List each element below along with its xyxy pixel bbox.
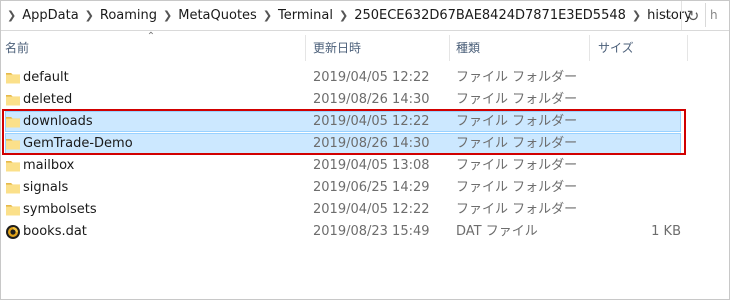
breadcrumb-item-terminal-id[interactable]: 250ECE632D67BAE8424D7871E3ED5548: [354, 8, 626, 23]
chevron-right-icon[interactable]: ❯: [7, 9, 16, 22]
breadcrumb: ❯ AppData ❯ Roaming ❯ MetaQuotes ❯ Termi…: [1, 1, 692, 30]
column-headers: ⌃ 名前 更新日時 種類 サイズ: [1, 31, 729, 65]
file-type: ファイル フォルダー: [456, 70, 578, 85]
file-name: mailbox: [23, 158, 75, 173]
dat-file-icon: [6, 225, 20, 239]
breadcrumb-item-roaming[interactable]: Roaming: [100, 8, 157, 23]
column-header-size[interactable]: サイズ: [598, 31, 634, 65]
file-type: ファイル フォルダー: [456, 202, 578, 217]
search-input[interactable]: h: [705, 3, 729, 27]
file-name: deleted: [23, 92, 73, 107]
file-row[interactable]: symbolsets 2019/04/05 12:22 ファイル フォルダー: [1, 199, 729, 221]
column-header-type[interactable]: 種類: [456, 31, 480, 65]
file-name: downloads: [23, 114, 93, 129]
folder-icon: [6, 73, 20, 84]
column-header-name[interactable]: 名前: [5, 31, 29, 65]
file-type: ファイル フォルダー: [456, 136, 578, 151]
file-row-selected[interactable]: GemTrade-Demo 2019/08/26 14:30 ファイル フォルダ…: [1, 133, 729, 155]
folder-icon: [6, 95, 20, 106]
file-size: 1 KB: [651, 224, 681, 239]
column-divider[interactable]: [449, 35, 450, 61]
folder-icon: [6, 205, 20, 216]
file-name: books.dat: [23, 224, 87, 239]
breadcrumb-item-appdata[interactable]: AppData: [22, 8, 78, 23]
folder-icon: [6, 161, 20, 172]
file-date: 2019/04/05 12:22: [313, 202, 430, 217]
file-type: ファイル フォルダー: [456, 114, 578, 129]
column-header-date[interactable]: 更新日時: [313, 31, 361, 65]
file-date: 2019/04/05 13:08: [313, 158, 430, 173]
chevron-right-icon[interactable]: ❯: [632, 9, 641, 22]
chevron-right-icon[interactable]: ❯: [163, 9, 172, 22]
column-divider[interactable]: [305, 35, 306, 61]
sort-up-icon: ⌃: [146, 31, 156, 42]
file-date: 2019/08/26 14:30: [313, 136, 430, 151]
file-date: 2019/04/05 12:22: [313, 70, 430, 85]
file-date: 2019/08/23 15:49: [313, 224, 430, 239]
chevron-right-icon[interactable]: ❯: [339, 9, 348, 22]
file-row-selected[interactable]: downloads 2019/04/05 12:22 ファイル フォルダー: [1, 111, 729, 133]
column-divider[interactable]: [687, 35, 688, 61]
chevron-right-icon[interactable]: ❯: [263, 9, 272, 22]
file-name: default: [23, 70, 69, 85]
file-type: ファイル フォルダー: [456, 158, 578, 173]
file-date: 2019/04/05 12:22: [313, 114, 430, 129]
refresh-icon[interactable]: ↻: [681, 1, 704, 30]
file-name: symbolsets: [23, 202, 97, 217]
folder-icon: [6, 117, 20, 128]
breadcrumb-item-terminal[interactable]: Terminal: [278, 8, 333, 23]
address-bar[interactable]: ❯ AppData ❯ Roaming ❯ MetaQuotes ❯ Termi…: [1, 1, 729, 31]
chevron-down-icon[interactable]: ⌵: [657, 1, 679, 30]
file-row[interactable]: mailbox 2019/04/05 13:08 ファイル フォルダー: [1, 155, 729, 177]
file-row[interactable]: books.dat 2019/08/23 15:49 DAT ファイル 1 KB: [1, 221, 729, 243]
file-row[interactable]: default 2019/04/05 12:22 ファイル フォルダー: [1, 67, 729, 89]
chevron-right-icon[interactable]: ❯: [85, 9, 94, 22]
file-name: GemTrade-Demo: [23, 136, 133, 151]
explorer-window: ❯ AppData ❯ Roaming ❯ MetaQuotes ❯ Termi…: [0, 0, 730, 300]
file-row[interactable]: signals 2019/06/25 14:29 ファイル フォルダー: [1, 177, 729, 199]
file-type: DAT ファイル: [456, 224, 538, 239]
file-name: signals: [23, 180, 69, 195]
file-type: ファイル フォルダー: [456, 92, 578, 107]
file-date: 2019/08/26 14:30: [313, 92, 430, 107]
file-type: ファイル フォルダー: [456, 180, 578, 195]
folder-icon: [6, 183, 20, 194]
file-row[interactable]: deleted 2019/08/26 14:30 ファイル フォルダー: [1, 89, 729, 111]
file-date: 2019/06/25 14:29: [313, 180, 430, 195]
folder-icon: [6, 139, 20, 150]
breadcrumb-item-metaquotes[interactable]: MetaQuotes: [178, 8, 257, 23]
column-divider[interactable]: [589, 35, 590, 61]
